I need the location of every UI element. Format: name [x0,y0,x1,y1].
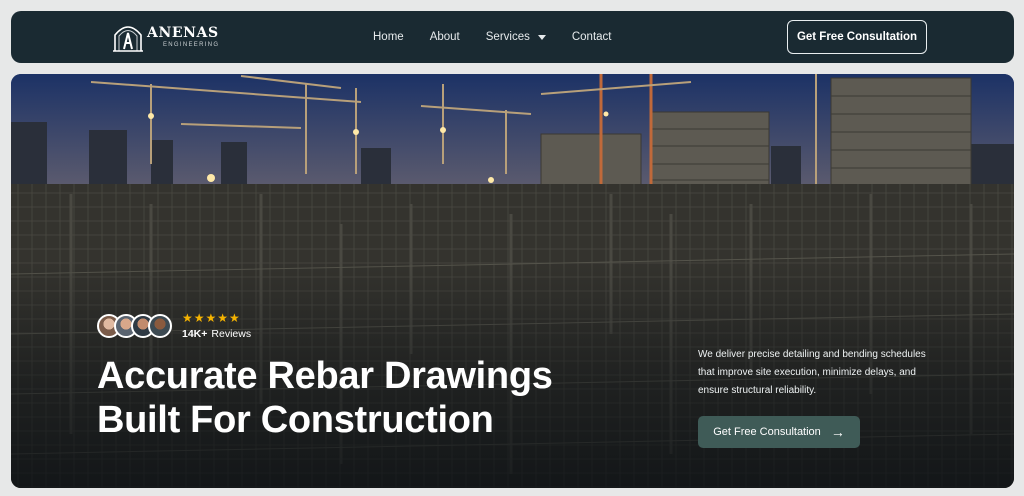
nav-item-label: About [429,31,460,43]
logo-arch-icon [113,26,143,52]
nav-item-contact[interactable]: Contact [572,31,612,43]
caret-down-icon [537,34,546,40]
nav-item-label: Contact [571,31,612,43]
hero-section: ★★★★★ 14K+ Reviews Accurate Rebar Drawing… [11,74,1014,488]
nav-item-label: Services [485,31,530,43]
reviewer-avatars [97,314,172,338]
review-count-line: 14K+ Reviews [182,328,251,340]
hero-cta-label: Get Free Consultation [713,426,821,438]
hero-headline-line-2: Built For Construction [97,399,494,441]
brand-logo[interactable]: ANENAS ENGINEERING [111,21,219,53]
rating-block: ★★★★★ 14K+ Reviews [182,312,251,340]
nav-item-label: Home [373,31,404,43]
star-rating-icon: ★★★★★ [182,311,241,325]
nav-item-about[interactable]: About [430,31,460,43]
navbar: ANENAS ENGINEERING Home About Services C… [11,11,1014,63]
review-label: Reviews [211,328,252,340]
main-nav: Home About Services Contact [373,11,638,63]
hero-headline-line-1: Accurate Rebar Drawings [97,355,553,397]
arrow-right-icon: → [830,424,845,440]
review-count: 14K+ [182,328,208,340]
review-summary: ★★★★★ 14K+ Reviews [97,312,251,340]
hero-headline: Accurate Rebar Drawings Built For Constr… [97,354,553,442]
brand-tagline: ENGINEERING [163,42,220,48]
brand-name: ANENAS [147,25,219,41]
get-consultation-button[interactable]: Get Free Consultation [787,20,927,54]
nav-item-home[interactable]: Home [373,31,404,43]
hero-description: We deliver precise detailing and bending… [698,349,926,396]
nav-item-services[interactable]: Services [486,31,546,43]
avatar [148,314,172,338]
hero-consultation-button[interactable]: Get Free Consultation → [698,416,860,448]
